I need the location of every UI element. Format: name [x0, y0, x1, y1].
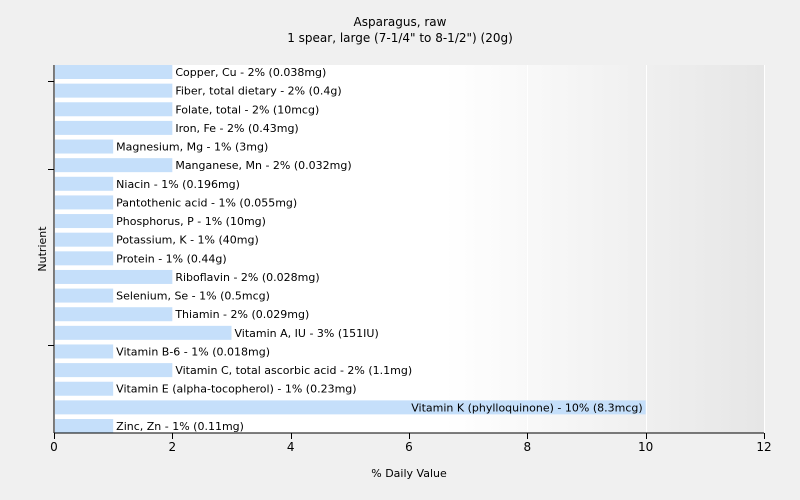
y-axis-ticks: [48, 81, 54, 346]
data-label: Pantothenic acid - 1% (0.055mg): [116, 196, 297, 209]
data-label: Folate, total - 2% (10mcg): [175, 103, 319, 116]
bar: [55, 419, 114, 433]
x-tick-label: 0: [50, 440, 58, 454]
data-label: Vitamin K (phylloquinone) - 10% (8.3mcg): [411, 401, 642, 414]
data-label: Magnesium, Mg - 1% (3mg): [116, 141, 268, 154]
data-label: Thiamin - 2% (0.029mg): [174, 308, 309, 321]
x-tick-label: 12: [756, 440, 771, 454]
bar: [55, 344, 114, 359]
x-tick-label: 2: [169, 440, 177, 454]
x-tick-label: 4: [287, 440, 295, 454]
data-label: Phosphorus, P - 1% (10mg): [116, 215, 266, 228]
x-tick-label: 10: [638, 440, 653, 454]
bar: [55, 176, 114, 191]
bar: [55, 120, 173, 135]
bar: [55, 269, 173, 284]
x-axis-label: % Daily Value: [371, 467, 447, 480]
data-label: Vitamin B-6 - 1% (0.018mg): [116, 345, 270, 358]
data-label: Fiber, total dietary - 2% (0.4g): [175, 85, 341, 98]
y-axis-label: Nutrient: [36, 226, 49, 272]
bar: [55, 139, 114, 154]
data-label: Protein - 1% (0.44g): [116, 252, 227, 265]
data-label: Vitamin A, IU - 3% (151IU): [235, 327, 379, 340]
bar: [55, 65, 173, 79]
bar: [55, 83, 173, 98]
data-label: Vitamin C, total ascorbic acid - 2% (1.1…: [175, 364, 412, 377]
bar: [55, 214, 114, 229]
bar: [55, 307, 173, 322]
bar-chart: Copper, Cu - 2% (0.038mg) Fiber, total di…: [36, 65, 772, 480]
bar: [55, 232, 114, 247]
x-tick-label: 8: [524, 440, 532, 454]
data-label: Potassium, K - 1% (40mg): [116, 234, 259, 247]
bar: [55, 381, 114, 396]
bar: [55, 195, 114, 210]
data-label: Copper, Cu - 2% (0.038mg): [175, 66, 326, 79]
data-label: Riboflavin - 2% (0.028mg): [175, 271, 319, 284]
bar: [55, 158, 173, 173]
data-label: Iron, Fe - 2% (0.43mg): [175, 122, 298, 135]
x-axis-ticks: 0 2 4 6 8 10 12: [50, 433, 772, 454]
data-label: Zinc, Zn - 1% (0.11mg): [116, 420, 244, 433]
bar: [55, 102, 173, 117]
data-label: Vitamin E (alpha-tocopherol) - 1% (0.23m…: [116, 383, 356, 396]
bar: [55, 288, 114, 303]
bar: [55, 251, 114, 266]
bar: [55, 363, 173, 378]
bar: [55, 325, 232, 340]
data-label: Selenium, Se - 1% (0.5mcg): [116, 290, 270, 303]
data-label: Niacin - 1% (0.196mg): [116, 178, 240, 191]
x-tick-label: 6: [405, 440, 413, 454]
data-label: Manganese, Mn - 2% (0.032mg): [175, 159, 351, 172]
